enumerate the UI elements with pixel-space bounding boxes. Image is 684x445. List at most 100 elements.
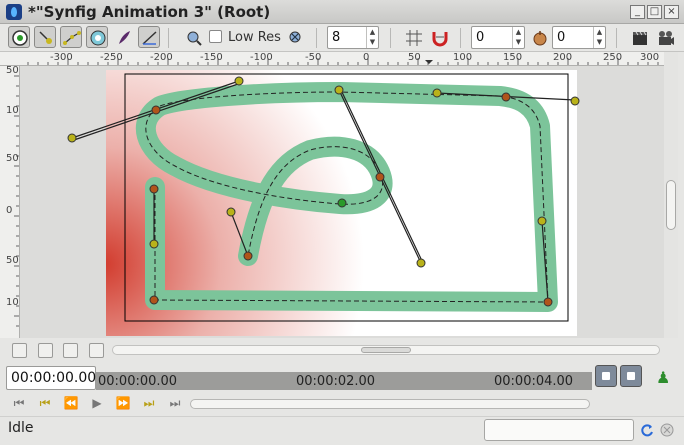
render-refresh-icon <box>289 31 301 43</box>
stop-icon[interactable] <box>660 423 674 437</box>
ruler-label: -50 <box>305 52 322 63</box>
prev-keyframe-button[interactable]: ⏮ <box>36 396 54 412</box>
time-tick-label: 00:00:02.00 <box>296 374 376 389</box>
refresh-icon[interactable] <box>640 423 654 437</box>
ruler-label: 200 <box>553 52 573 63</box>
seek-begin-button[interactable]: ⏮ <box>10 396 28 412</box>
playback-controls: ⏮ ⏮ ⏪ ▶ ⏩ ⏭ ⏭ <box>0 392 684 416</box>
low-res-checkbox[interactable] <box>209 30 222 43</box>
spline-tool-icon <box>63 31 81 45</box>
canvas-toolbar: Low Res 8 ▲ ▼ 0 ▲ ▼ 0 ▲ ▼ <box>0 24 684 52</box>
spinner-arrows-icon[interactable]: ▲ ▼ <box>366 27 378 48</box>
time-slider[interactable] <box>190 399 590 409</box>
vertical-scrollbar[interactable] <box>664 52 678 338</box>
ruler-label: 50 <box>6 255 19 266</box>
animation-mode-icon[interactable]: ♟ <box>656 368 670 387</box>
prev-frame-button[interactable]: ⏪ <box>62 396 80 412</box>
transform-tool-icon <box>12 30 28 46</box>
canvas-workarea[interactable] <box>20 66 664 338</box>
feather-icon <box>119 31 130 44</box>
feather-tool-button[interactable] <box>112 26 134 48</box>
canvas-drawing[interactable] <box>20 66 664 338</box>
current-time-field[interactable]: 00:00:00.00 <box>6 366 96 390</box>
snap-magnet-icon <box>432 32 448 47</box>
toggle-grid-button[interactable] <box>402 26 424 48</box>
toolbar-separator <box>460 28 461 48</box>
grid-icon <box>406 30 422 46</box>
ruler-label: -100 <box>250 52 273 63</box>
ruler-label: 100 <box>6 105 19 116</box>
vertical-ruler: 50 100 50 0 50 100 <box>0 66 20 338</box>
close-button[interactable]: × <box>664 5 679 19</box>
onion-past-value: 0 <box>476 30 485 45</box>
ruler-label: 100 <box>453 52 473 63</box>
onion-skin-button[interactable] <box>528 26 550 48</box>
ruler-label: -250 <box>100 52 123 63</box>
ruler-label: -300 <box>50 52 73 63</box>
zoom-out-button[interactable] <box>12 343 27 358</box>
ruler-label: 300 <box>640 52 660 63</box>
canvas-controls <box>0 338 684 362</box>
synfig-window: *"Synfig Animation 3" (Root) _ □ × Low R… <box>0 0 684 445</box>
bline-tool-button[interactable] <box>138 26 160 48</box>
synfig-logo-icon <box>6 4 22 20</box>
maximize-button[interactable]: □ <box>647 5 662 19</box>
onion-icon <box>533 31 547 46</box>
minimize-button[interactable]: _ <box>630 5 645 19</box>
window-title: *"Synfig Animation 3" (Root) <box>28 3 271 21</box>
ruler-label: -150 <box>200 52 223 63</box>
onion-past-spinner[interactable]: 0 ▲ ▼ <box>471 26 525 49</box>
keyframe-lock-future-button[interactable] <box>620 365 642 387</box>
vertical-scroll-thumb[interactable] <box>666 180 676 230</box>
toolbar-separator <box>390 28 391 48</box>
ruler-label: 250 <box>603 52 623 63</box>
time-tick-label: 00:00:04.00 <box>494 374 574 389</box>
ruler-label: -200 <box>150 52 173 63</box>
clapperboard-icon <box>633 31 647 45</box>
onion-future-value: 0 <box>557 30 566 45</box>
onion-future-spinner[interactable]: 0 ▲ ▼ <box>552 26 606 49</box>
circle-tool-icon <box>90 30 106 46</box>
smooth-move-icon <box>39 31 52 44</box>
ruler-label: 0 <box>363 52 370 63</box>
zoom-options-button[interactable] <box>182 26 204 48</box>
next-keyframe-button[interactable]: ⏭ <box>140 396 158 412</box>
progress-field <box>484 419 634 441</box>
refresh-render-button[interactable] <box>284 26 306 48</box>
next-frame-button[interactable]: ⏩ <box>114 396 132 412</box>
toolbar-separator <box>616 28 617 48</box>
ruler-label: 150 <box>503 52 523 63</box>
preview-button[interactable] <box>654 26 676 48</box>
keyframe-lock-past-button[interactable] <box>595 365 617 387</box>
horizontal-scrollbar[interactable] <box>112 345 660 355</box>
bline-tool-icon <box>142 31 157 45</box>
smooth-move-tool-button[interactable] <box>34 26 56 48</box>
spinner-arrows-icon[interactable]: ▲ ▼ <box>512 27 524 48</box>
title-bar: *"Synfig Animation 3" (Root) _ □ × <box>0 0 684 24</box>
time-row: 00:00:00.00 00:00:00.00 00:00:02.00 00:0… <box>0 362 684 392</box>
ruler-label: 100 <box>6 297 19 308</box>
spinner-arrows-icon[interactable]: ▲ ▼ <box>593 27 605 48</box>
pixel-size-spinner[interactable]: 8 ▲ ▼ <box>327 26 379 49</box>
status-bar: Idle <box>0 416 684 445</box>
render-button[interactable] <box>628 26 650 48</box>
low-res-label: Low Res <box>228 30 281 45</box>
ruler-label: 0 <box>6 205 13 216</box>
toggle-snap-button[interactable] <box>428 26 450 48</box>
spline-tool-button[interactable] <box>60 26 82 48</box>
ruler-label: 50 <box>6 153 19 164</box>
zoom-100-button[interactable] <box>38 343 53 358</box>
time-tick-label: 00:00:00.00 <box>98 374 178 389</box>
magnifier-icon <box>187 31 202 46</box>
zoom-in-button[interactable] <box>89 343 104 358</box>
ruler-label: 50 <box>6 66 19 76</box>
seek-end-button[interactable]: ⏭ <box>166 396 184 412</box>
transform-tool-button[interactable] <box>8 26 30 48</box>
play-button[interactable]: ▶ <box>88 396 106 412</box>
horizontal-scroll-thumb[interactable] <box>361 347 411 353</box>
toolbar-separator <box>168 28 169 48</box>
status-text: Idle <box>8 420 34 436</box>
zoom-fit-button[interactable] <box>63 343 78 358</box>
circle-tool-button[interactable] <box>86 26 108 48</box>
time-track[interactable]: 00:00:00.00 00:00:02.00 00:00:04.00 <box>96 372 592 390</box>
